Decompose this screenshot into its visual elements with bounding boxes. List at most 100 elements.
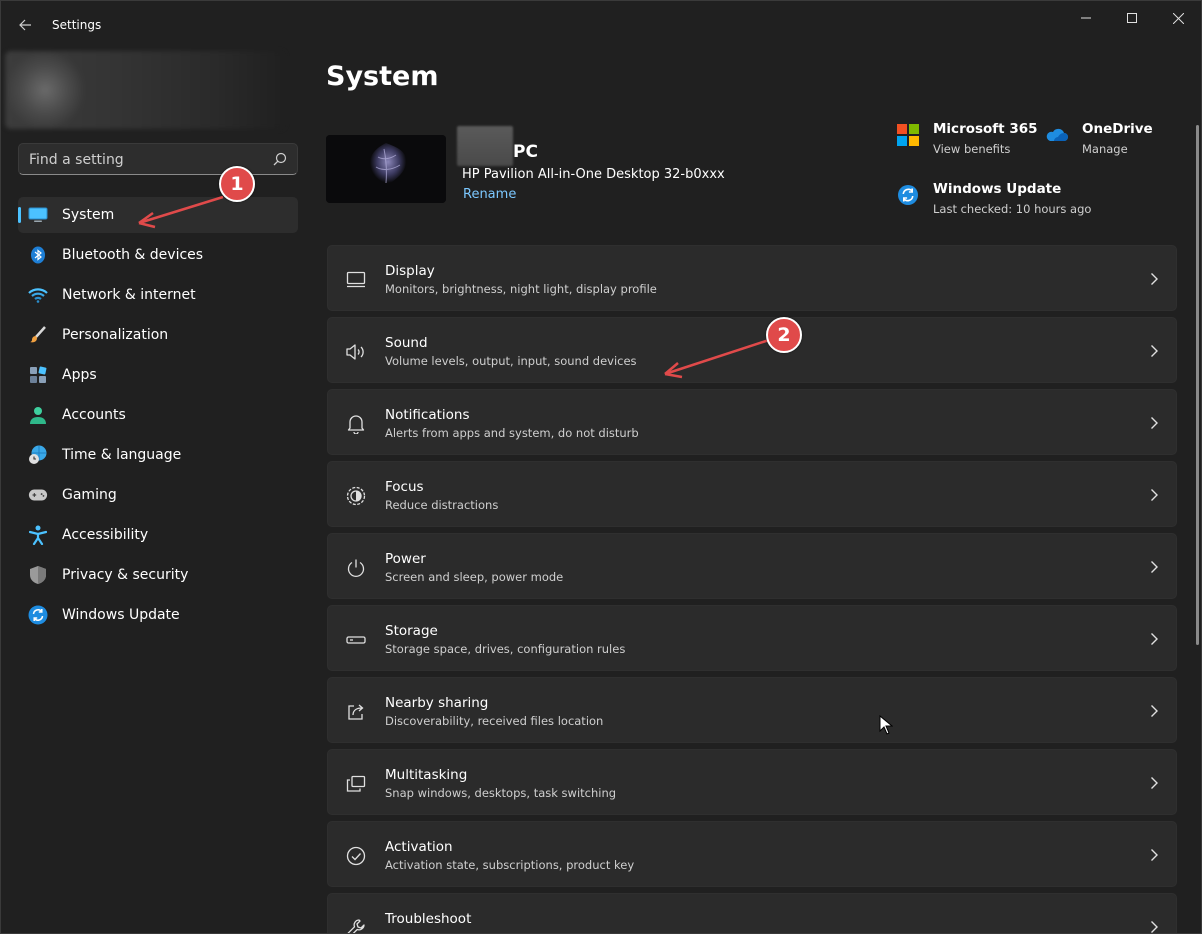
sidebar-item-system[interactable]: System	[18, 197, 298, 233]
card-title: Storage	[385, 623, 438, 639]
sidebar-item-gaming[interactable]: Gaming	[18, 477, 298, 513]
card-subtitle: Activation state, subscriptions, product…	[385, 858, 635, 872]
chevron-right-icon	[1151, 489, 1158, 501]
gamepad-icon	[28, 486, 48, 504]
monitor-icon	[345, 269, 367, 291]
card-power[interactable]: Power Screen and sleep, power mode	[327, 533, 1177, 599]
vertical-scrollbar[interactable]	[1196, 125, 1199, 645]
sidebar-item-windows-update[interactable]: Windows Update	[18, 597, 298, 633]
back-button[interactable]	[11, 11, 39, 39]
shield-icon	[28, 566, 48, 584]
chevron-right-icon	[1151, 345, 1158, 357]
search-icon[interactable]	[273, 152, 287, 166]
share-icon	[345, 701, 367, 723]
card-title: Activation	[385, 839, 453, 855]
system-display-icon	[28, 206, 48, 224]
title-bar: Settings	[1, 1, 1201, 49]
card-notifications[interactable]: Notifications Alerts from apps and syste…	[327, 389, 1177, 455]
device-wallpaper-thumbnail	[326, 135, 446, 203]
rename-link[interactable]: Rename	[463, 187, 516, 202]
card-display[interactable]: Display Monitors, brightness, night ligh…	[327, 245, 1177, 311]
check-circle-icon	[345, 845, 367, 867]
card-subtitle: Screen and sleep, power mode	[385, 570, 564, 584]
search-input[interactable]	[29, 150, 259, 170]
card-activation[interactable]: Activation Activation state, subscriptio…	[327, 821, 1177, 887]
quick-link-title: Windows Update	[933, 181, 1062, 197]
quick-link-subtitle: Last checked: 10 hours ago	[933, 202, 1092, 216]
card-title: Notifications	[385, 407, 470, 423]
minimize-button[interactable]	[1063, 1, 1109, 35]
sidebar-item-personalization[interactable]: Personalization	[18, 317, 298, 353]
card-subtitle: Reduce distractions	[385, 498, 499, 512]
card-title: Display	[385, 263, 435, 279]
app-title: Settings	[52, 18, 102, 32]
sidebar-item-bluetooth[interactable]: Bluetooth & devices	[18, 237, 298, 273]
device-name-redacted	[457, 126, 513, 166]
chevron-right-icon	[1151, 777, 1158, 789]
chevron-right-icon	[1151, 705, 1158, 717]
quick-link-subtitle: Manage	[1082, 142, 1128, 156]
card-title: Multitasking	[385, 767, 468, 783]
sidebar-item-label: Gaming	[62, 487, 117, 503]
multitasking-icon	[345, 773, 367, 795]
minimize-icon	[1081, 17, 1091, 19]
user-profile-blurred[interactable]	[5, 51, 285, 129]
card-subtitle: Storage space, drives, configuration rul…	[385, 642, 626, 656]
quick-link-subtitle: View benefits	[933, 142, 1011, 156]
sidebar-item-network[interactable]: Network & internet	[18, 277, 298, 313]
chevron-right-icon	[1151, 561, 1158, 573]
card-title: Sound	[385, 335, 428, 351]
card-nearby-sharing[interactable]: Nearby sharing Discoverability, received…	[327, 677, 1177, 743]
sidebar-item-accessibility[interactable]: Accessibility	[18, 517, 298, 553]
power-icon	[345, 557, 367, 579]
sidebar-item-label: Time & language	[62, 447, 182, 463]
bluetooth-icon	[28, 246, 48, 264]
page-title: System	[326, 61, 439, 92]
card-multitasking[interactable]: Multitasking Snap windows, desktops, tas…	[327, 749, 1177, 815]
sidebar-item-label: Accessibility	[62, 527, 149, 543]
sidebar-item-label: Personalization	[62, 327, 169, 343]
accessibility-icon	[28, 525, 48, 545]
settings-card-list: Display Monitors, brightness, night ligh…	[327, 245, 1177, 933]
card-title: Power	[385, 551, 426, 567]
sidebar-nav: System Bluetooth & devices Network & int…	[18, 197, 298, 637]
chevron-right-icon	[1151, 417, 1158, 429]
wrench-icon	[345, 917, 367, 933]
sidebar-item-apps[interactable]: Apps	[18, 357, 298, 393]
maximize-icon	[1127, 13, 1137, 23]
person-icon	[28, 406, 48, 424]
apps-grid-icon	[28, 366, 48, 384]
chevron-right-icon	[1151, 633, 1158, 645]
storage-drive-icon	[345, 629, 367, 651]
maximize-button[interactable]	[1109, 1, 1155, 35]
sidebar-item-label: Bluetooth & devices	[62, 247, 204, 263]
device-model: HP Pavilion All-in-One Desktop 32-b0xxx	[462, 167, 725, 182]
chevron-right-icon	[1151, 273, 1158, 285]
card-troubleshoot[interactable]: Troubleshoot	[327, 893, 1177, 933]
card-subtitle: Monitors, brightness, night light, displ…	[385, 282, 657, 296]
mouse-cursor-icon	[879, 715, 893, 735]
card-storage[interactable]: Storage Storage space, drives, configura…	[327, 605, 1177, 671]
sidebar-item-privacy-security[interactable]: Privacy & security	[18, 557, 298, 593]
paintbrush-icon	[28, 326, 48, 344]
close-icon	[1172, 12, 1184, 24]
card-sound[interactable]: Sound Volume levels, output, input, soun…	[327, 317, 1177, 383]
search-box[interactable]	[18, 143, 298, 175]
settings-window: Settings System Bluetooth & devices	[0, 0, 1202, 934]
sync-icon	[28, 605, 48, 625]
sidebar-item-label: Privacy & security	[62, 567, 189, 583]
onedrive-cloud-icon	[1046, 128, 1068, 141]
sidebar-item-label: Accounts	[62, 407, 126, 423]
sidebar-item-accounts[interactable]: Accounts	[18, 397, 298, 433]
bell-icon	[345, 413, 367, 435]
card-subtitle: Volume levels, output, input, sound devi…	[385, 354, 637, 368]
speaker-icon	[345, 341, 367, 363]
sidebar-item-time-language[interactable]: Time & language	[18, 437, 298, 473]
close-button[interactable]	[1155, 1, 1201, 35]
annotation-badge-2: 2	[766, 317, 802, 353]
windows-update-icon	[898, 185, 918, 205]
quick-link-title: OneDrive	[1082, 121, 1153, 137]
card-subtitle: Discoverability, received files location	[385, 714, 604, 728]
globe-clock-icon	[28, 445, 48, 464]
card-focus[interactable]: Focus Reduce distractions	[327, 461, 1177, 527]
